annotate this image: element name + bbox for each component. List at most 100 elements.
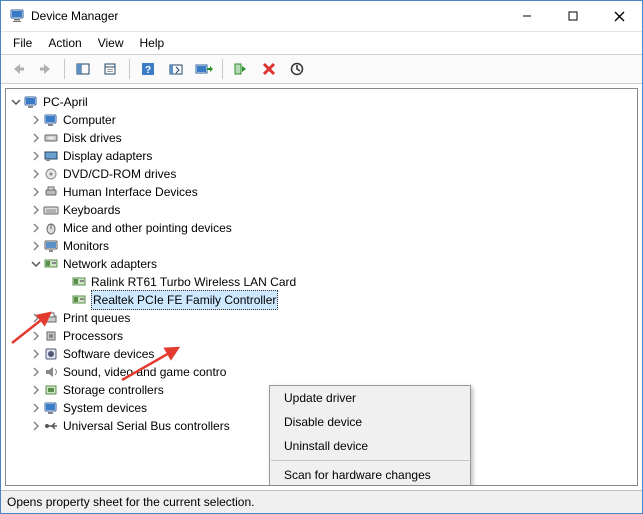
device-icon [43, 130, 59, 146]
device-icon [43, 238, 59, 254]
expand-icon[interactable] [9, 97, 23, 107]
disable-device-button[interactable] [284, 57, 310, 81]
toolbar: ? [1, 54, 642, 84]
menu-action[interactable]: Action [40, 34, 89, 52]
status-text: Opens property sheet for the current sel… [7, 495, 254, 509]
tree-category[interactable]: Keyboards [7, 201, 636, 219]
tree-category[interactable]: Processors [7, 327, 636, 345]
tree-category[interactable]: DVD/CD-ROM drives [7, 165, 636, 183]
tree-category-label: System devices [63, 399, 147, 417]
device-icon [43, 382, 59, 398]
expand-icon[interactable] [29, 331, 43, 341]
app-icon [9, 8, 25, 24]
back-button[interactable] [5, 57, 31, 81]
tree-device-label: Realtek PCIe FE Family Controller [91, 290, 278, 310]
tree-device-label: Ralink RT61 Turbo Wireless LAN Card [91, 273, 296, 291]
menu-view[interactable]: View [90, 34, 132, 52]
tree-category-label: Software devices [63, 345, 154, 363]
minimize-button[interactable] [504, 1, 550, 31]
tree-category-label: Keyboards [63, 201, 120, 219]
statusbar: Opens property sheet for the current sel… [1, 490, 642, 513]
tree-root[interactable]: PC-April [7, 93, 636, 111]
tree-category[interactable]: Sound, video and game contro [7, 363, 636, 381]
device-icon [43, 148, 59, 164]
forward-button[interactable] [33, 57, 59, 81]
device-icon [43, 310, 59, 326]
device-icon [43, 184, 59, 200]
tree-category-label: Computer [63, 111, 116, 129]
tree-category[interactable]: Human Interface Devices [7, 183, 636, 201]
expand-icon[interactable] [29, 367, 43, 377]
tree-category-label: Monitors [63, 237, 109, 255]
expand-icon[interactable] [29, 223, 43, 233]
tree-category-label: Disk drives [63, 129, 122, 147]
expand-icon[interactable] [29, 169, 43, 179]
device-icon [43, 418, 59, 434]
tree-device[interactable]: Ralink RT61 Turbo Wireless LAN Card [7, 273, 636, 291]
tree-root-label: PC-April [43, 93, 88, 111]
device-icon [43, 112, 59, 128]
expand-icon[interactable] [29, 421, 43, 431]
tree-category-label: Human Interface Devices [63, 183, 198, 201]
maximize-button[interactable] [550, 1, 596, 31]
titlebar: Device Manager [1, 1, 642, 32]
svg-text:?: ? [145, 65, 151, 76]
update-driver-button[interactable] [191, 57, 217, 81]
device-icon [43, 328, 59, 344]
expand-icon[interactable] [29, 241, 43, 251]
tree-category[interactable]: Computer [7, 111, 636, 129]
tree-category[interactable]: Disk drives [7, 129, 636, 147]
properties-button[interactable] [98, 57, 124, 81]
expand-icon[interactable] [29, 187, 43, 197]
device-icon [43, 256, 59, 272]
expand-icon[interactable] [29, 259, 43, 269]
uninstall-device-button[interactable] [256, 57, 282, 81]
device-icon [71, 274, 87, 290]
device-icon [43, 364, 59, 380]
expand-icon[interactable] [29, 115, 43, 125]
expand-icon[interactable] [29, 403, 43, 413]
tree-category[interactable]: Network adapters [7, 255, 636, 273]
tree-category-label: DVD/CD-ROM drives [63, 165, 176, 183]
tree-device[interactable]: Realtek PCIe FE Family Controller [7, 291, 636, 309]
menu-help[interactable]: Help [132, 34, 173, 52]
tree-category[interactable]: Mice and other pointing devices [7, 219, 636, 237]
device-icon [71, 292, 87, 308]
toolbar-separator [129, 59, 130, 79]
tree-category-label: Display adapters [63, 147, 152, 165]
ctx-uninstall-device[interactable]: Uninstall device [270, 434, 470, 458]
device-icon [43, 346, 59, 362]
device-icon [43, 400, 59, 416]
ctx-disable-device[interactable]: Disable device [270, 410, 470, 434]
help-button[interactable]: ? [135, 57, 161, 81]
tree-category[interactable]: Print queues [7, 309, 636, 327]
expand-icon[interactable] [29, 349, 43, 359]
tree-category-label: Print queues [63, 309, 130, 327]
expand-icon[interactable] [29, 313, 43, 323]
ctx-scan-hardware[interactable]: Scan for hardware changes [270, 463, 470, 486]
menubar: File Action View Help [1, 32, 642, 54]
device-icon [43, 166, 59, 182]
tree-category-label: Processors [63, 327, 123, 345]
show-hide-tree-button[interactable] [70, 57, 96, 81]
close-button[interactable] [596, 1, 642, 31]
device-icon [43, 220, 59, 236]
tree-category[interactable]: Display adapters [7, 147, 636, 165]
expand-icon[interactable] [29, 205, 43, 215]
expand-icon[interactable] [29, 385, 43, 395]
scan-hardware-button[interactable] [163, 57, 189, 81]
enable-device-button[interactable] [228, 57, 254, 81]
computer-icon [23, 94, 39, 110]
ctx-update-driver[interactable]: Update driver [270, 386, 470, 410]
expand-icon[interactable] [29, 133, 43, 143]
tree-category-label: Universal Serial Bus controllers [63, 417, 230, 435]
content-area: PC-April ComputerDisk drivesDisplay adap… [5, 88, 638, 486]
context-menu: Update driver Disable device Uninstall d… [269, 385, 471, 486]
tree-category-label: Storage controllers [63, 381, 164, 399]
tree-category[interactable]: Monitors [7, 237, 636, 255]
menu-file[interactable]: File [5, 34, 40, 52]
toolbar-separator [222, 59, 223, 79]
tree-category[interactable]: Software devices [7, 345, 636, 363]
tree-category-label: Network adapters [63, 255, 157, 273]
expand-icon[interactable] [29, 151, 43, 161]
